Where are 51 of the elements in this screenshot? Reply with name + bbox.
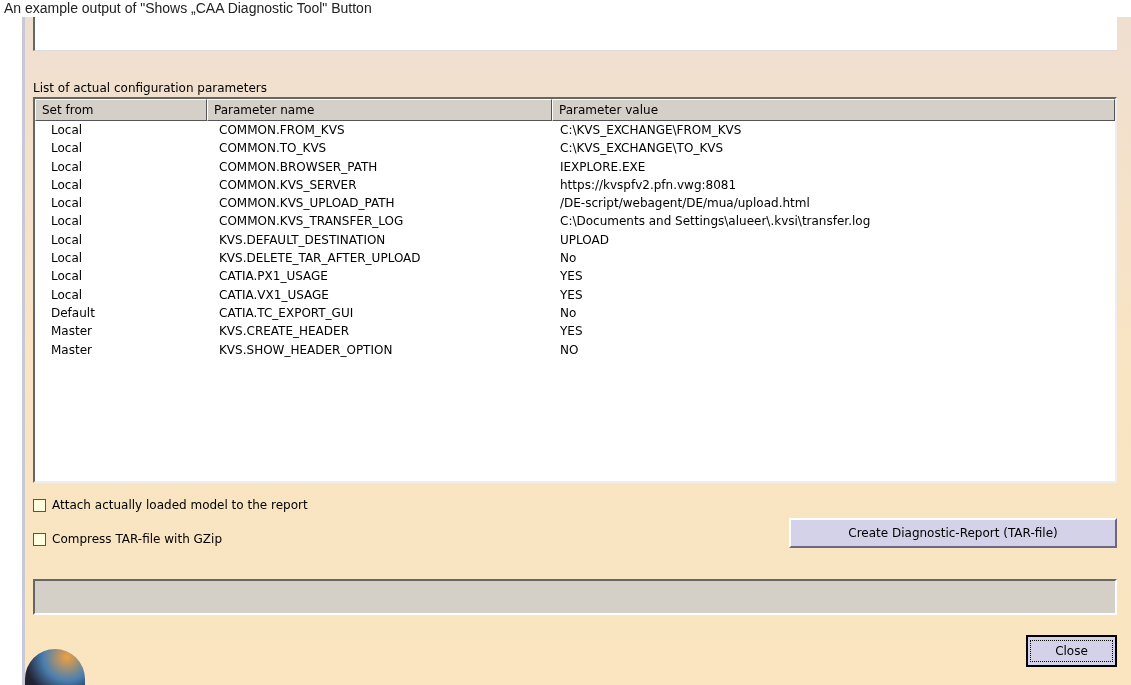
column-header[interactable]: Set from: [35, 99, 207, 121]
table-cell-text: Master: [50, 323, 93, 341]
table-cell-text: IEXPLORE.EXE: [559, 158, 647, 176]
table-cell-text: KVS.SHOW_HEADER_OPTION: [218, 341, 394, 359]
checkbox-label: Compress TAR-file with GZip: [52, 532, 223, 546]
table-cell-text: No: [559, 250, 578, 268]
table-cell-text: Local: [50, 286, 84, 304]
table-cell-text: Local: [50, 250, 84, 268]
table-cell-text: CATIA.PX1_USAGE: [218, 268, 329, 286]
column-header[interactable]: Parameter name: [207, 99, 552, 121]
table-cell-text: YES: [559, 268, 584, 286]
table-cell-text: Default: [50, 304, 96, 322]
table-cell-text: Local: [50, 140, 84, 158]
table-cell-text: COMMON.FROM_KVS: [218, 122, 346, 139]
table-cell-text: No: [559, 304, 578, 322]
table-cell-text: C:\Documents and Settings\alueer\.kvsi\transfer.log: [559, 213, 872, 231]
create-report-button[interactable]: Create Diagnostic-Report (TAR-file): [789, 518, 1117, 548]
table-cell-text: CATIA.VX1_USAGE: [218, 286, 330, 304]
globe-logo-icon: [25, 649, 85, 685]
table-cell-text: Local: [50, 268, 84, 286]
table-cell-text: COMMON.KVS_UPLOAD_PATH: [218, 195, 396, 213]
table-cell-text: COMMON.BROWSER_PATH: [218, 158, 379, 176]
parameters-label: List of actual configuration parameters: [33, 80, 268, 97]
table-cell-text: Local: [50, 158, 84, 176]
table-cell-text: /DE-script/webagent/DE/mua/upload.html: [559, 195, 811, 213]
checkbox-label: Attach actually loaded model to the report: [52, 498, 308, 512]
close-button[interactable]: Close: [1026, 635, 1117, 667]
table-cell-text: Local: [50, 122, 84, 139]
table-cell-text: UPLOAD: [559, 231, 610, 249]
table-cell-text: COMMON.TO_KVS: [218, 140, 328, 158]
table-cell-text: COMMON.KVS_SERVER: [218, 176, 358, 194]
column-header[interactable]: Parameter value: [552, 99, 1115, 121]
table-cell-text: YES: [559, 323, 584, 341]
table-cell-text: CATIA.TC_EXPORT_GUI: [218, 304, 355, 322]
table-cell-text: Local: [50, 231, 84, 249]
table-cell-text: YES: [559, 286, 584, 304]
table-cell-text: KVS.CREATE_HEADER: [218, 323, 350, 341]
checkbox[interactable]: [33, 532, 46, 546]
table-cell-text: Master: [50, 341, 93, 359]
table-cell-text: KVS.DEFAULT_DESTINATION: [218, 231, 387, 249]
table-cell-text: Local: [50, 176, 84, 194]
caption-text: An example output of "Shows „CAA Diagnostic Tool" Button: [4, 0, 372, 17]
table-cell-text: https://kvspfv2.pfn.vwg:8081: [559, 176, 738, 194]
table-cell-text: Local: [50, 195, 84, 213]
table-cell-text: Local: [50, 213, 84, 231]
table-cell-text: COMMON.KVS_TRANSFER_LOG: [218, 213, 405, 231]
table-cell-text: C:\KVS_EXCHANGE\TO_KVS: [559, 140, 725, 158]
table-cell-text: NO: [559, 341, 580, 359]
checkbox[interactable]: [33, 498, 46, 512]
table-cell-text: KVS.DELETE_TAR_AFTER_UPLOAD: [218, 250, 422, 268]
table-cell-text: C:\KVS_EXCHANGE\FROM_KVS: [559, 122, 743, 139]
